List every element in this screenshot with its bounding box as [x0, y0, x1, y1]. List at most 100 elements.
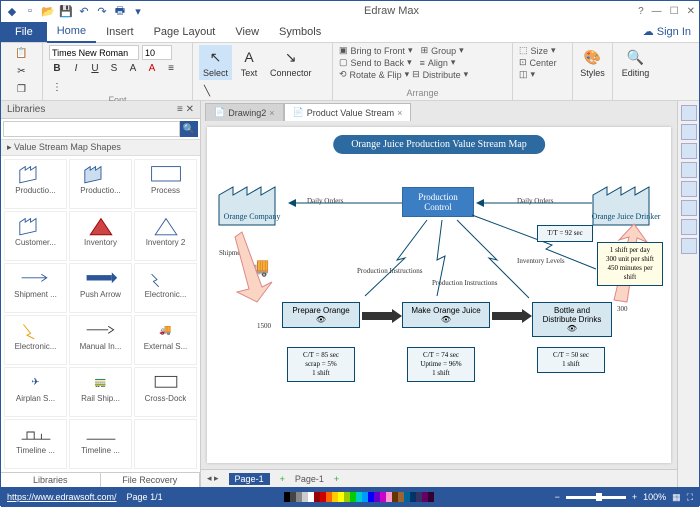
new-icon[interactable]: ▫	[23, 4, 37, 18]
center-icon[interactable]: ⊡	[519, 57, 527, 68]
open-icon[interactable]: 📂	[41, 4, 55, 18]
shape-item[interactable]: Customer...	[4, 211, 67, 261]
text-tool[interactable]: AText	[235, 45, 263, 80]
zoom-in-icon[interactable]: +	[632, 492, 637, 502]
tool-icon[interactable]	[681, 238, 697, 254]
tool-icon[interactable]	[681, 219, 697, 235]
shape-item[interactable]: Electronic...	[4, 315, 67, 365]
drawing-paper[interactable]: Orange Juice Production Value Stream Map…	[207, 127, 671, 463]
underline-icon[interactable]: U	[87, 60, 103, 76]
data-box[interactable]: C/T = 85 sec scrap = 5% 1 shift	[287, 347, 355, 382]
shape-item[interactable]: Electronic...	[134, 263, 197, 313]
status-url[interactable]: https://www.edrawsoft.com/	[7, 492, 117, 502]
paste-icon[interactable]: 📋	[14, 45, 30, 61]
doc-tab[interactable]: 📄 Product Value Stream ×	[284, 103, 412, 121]
shape-item[interactable]: Shipment ...	[4, 263, 67, 313]
process-box[interactable]: Make Orange Juice👁	[402, 302, 490, 328]
align-left-icon[interactable]: ≡	[163, 60, 179, 76]
shape-item[interactable]: Push Arrow	[69, 263, 132, 313]
customer-shape[interactable]: Orange Juice Drinker	[591, 177, 661, 227]
shape-item[interactable]: Manual In...	[69, 315, 132, 365]
doc-tab[interactable]: 📄 Drawing2 ×	[205, 103, 284, 121]
shift-note[interactable]: 1 shift per day 300 unit per shift 450 m…	[597, 242, 663, 286]
close-icon[interactable]: ✕	[687, 6, 695, 17]
shape-item[interactable]: Productio...	[69, 159, 132, 209]
data-box[interactable]: C/T = 74 sec Uptime = 96% 1 shift	[407, 347, 475, 382]
tab-pagelayout[interactable]: Page Layout	[144, 22, 226, 42]
bullets-icon[interactable]: ⋮	[49, 79, 65, 95]
shape-item[interactable]: Productio...	[4, 159, 67, 209]
maximize-icon[interactable]: ☐	[670, 6, 679, 17]
font-select[interactable]	[49, 45, 139, 60]
file-menu[interactable]: File	[1, 22, 47, 42]
shape-item[interactable]: 🚃Rail Ship...	[69, 367, 132, 417]
shape-item[interactable]: Cross-Dock	[134, 367, 197, 417]
copy-icon[interactable]: ❐	[14, 81, 30, 97]
group-icon[interactable]: ⊞	[421, 45, 429, 56]
line-icon[interactable]: ╲	[199, 83, 215, 99]
shape-item[interactable]	[134, 419, 197, 469]
redo-icon[interactable]: ↷	[95, 4, 109, 18]
size-icon[interactable]: ⬚	[519, 45, 528, 56]
print-icon[interactable]: 🖶	[113, 4, 127, 18]
data-box[interactable]: C/T = 50 sec 1 shift	[537, 347, 605, 373]
takt-box[interactable]: T/T = 92 sec	[537, 225, 593, 242]
sendback-icon[interactable]: ▢	[339, 57, 348, 68]
tool-icon[interactable]	[681, 105, 697, 121]
bold-icon[interactable]: B	[49, 60, 65, 76]
styles-button[interactable]: 🎨Styles	[579, 45, 606, 80]
connector-tool[interactable]: ↘Connector	[266, 45, 316, 80]
lib-title[interactable]: Value Stream Map Shapes	[14, 142, 121, 152]
color-palette[interactable]	[284, 492, 434, 502]
tab-view[interactable]: View	[225, 22, 269, 42]
italic-icon[interactable]: I	[68, 60, 84, 76]
shape-item[interactable]: ✈Airplan S...	[4, 367, 67, 417]
shape-item[interactable]: Inventory	[69, 211, 132, 261]
cut-icon[interactable]: ✂	[14, 63, 30, 79]
process-box[interactable]: Bottle and Distribute Drinks👁	[532, 302, 612, 337]
fullscreen-icon[interactable]: ⛶	[687, 492, 693, 503]
shape-item[interactable]: Process	[134, 159, 197, 209]
help-icon[interactable]: ?	[638, 6, 644, 17]
supplier-shape[interactable]: Orange Company	[217, 177, 287, 227]
process-box[interactable]: Prepare Orange👁	[282, 302, 360, 328]
more-icon[interactable]: ◫	[519, 69, 528, 80]
tool-icon[interactable]	[681, 181, 697, 197]
canvas[interactable]: Orange Juice Production Value Stream Map…	[201, 121, 677, 469]
lib-menu-icon[interactable]: ≡ ✕	[177, 104, 194, 115]
dropdown-icon[interactable]: ▾	[131, 4, 145, 18]
close-tab-icon[interactable]: ×	[269, 108, 274, 118]
search-input[interactable]	[3, 121, 180, 137]
zoom-slider[interactable]	[566, 496, 626, 499]
production-control[interactable]: Production Control	[402, 187, 474, 217]
tool-icon[interactable]	[681, 124, 697, 140]
search-button[interactable]: 🔍	[180, 121, 198, 137]
tool-icon[interactable]	[681, 162, 697, 178]
select-tool[interactable]: ↖Select	[199, 45, 232, 80]
tool-icon[interactable]	[681, 143, 697, 159]
bringfront-icon[interactable]: ▣	[339, 45, 348, 56]
tab-home[interactable]: Home	[47, 21, 96, 43]
shape-item[interactable]: Timeline ...	[4, 419, 67, 469]
shape-item[interactable]: Timeline ...	[69, 419, 132, 469]
view-icon[interactable]: ▦	[672, 492, 681, 503]
zoom-out-icon[interactable]: −	[555, 492, 560, 502]
page-tab[interactable]: Page-1	[295, 474, 324, 484]
fontcolor-icon[interactable]: A	[144, 60, 160, 76]
distribute-icon[interactable]: ⊟	[412, 69, 420, 80]
editing-button[interactable]: 🔍Editing	[619, 45, 652, 80]
tab-libraries[interactable]: Libraries	[1, 473, 101, 487]
sign-in-link[interactable]: ☁ Sign In	[643, 25, 691, 38]
minimize-icon[interactable]: —	[652, 6, 662, 17]
tool-icon[interactable]	[681, 200, 697, 216]
close-tab-icon[interactable]: ×	[397, 108, 402, 118]
highlight-icon[interactable]: A	[125, 60, 141, 76]
rotate-icon[interactable]: ⟲	[339, 69, 347, 80]
strike-icon[interactable]: S	[106, 60, 122, 76]
save-icon[interactable]: 💾	[59, 4, 73, 18]
align-icon[interactable]: ≡	[420, 58, 425, 68]
shape-item[interactable]: Inventory 2	[134, 211, 197, 261]
undo-icon[interactable]: ↶	[77, 4, 91, 18]
size-select[interactable]	[142, 45, 172, 60]
tab-insert[interactable]: Insert	[96, 22, 144, 42]
